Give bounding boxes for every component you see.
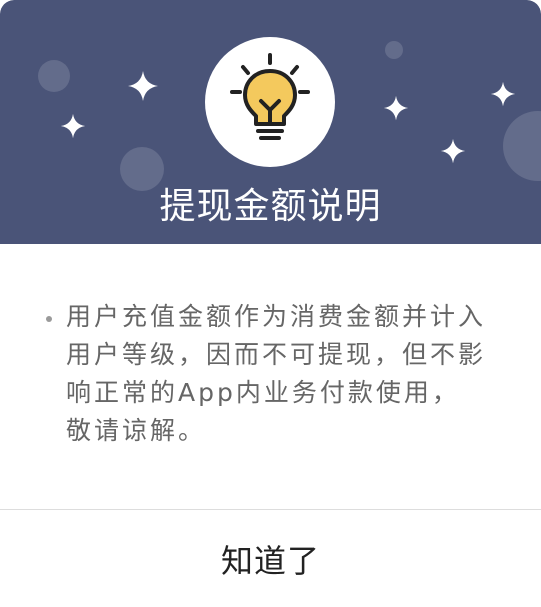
lightbulb-icon	[230, 53, 310, 140]
sparkle-icon	[128, 71, 158, 101]
list-item: 用户充值金额作为消费金额并计入用户等级，因而不可提现，但不影响正常的App内业务…	[46, 298, 486, 450]
dialog-body: 用户充值金额作为消费金额并计入用户等级，因而不可提现，但不影响正常的App内业务…	[46, 298, 486, 450]
explanation-text: 用户充值金额作为消费金额并计入用户等级，因而不可提现，但不影响正常的App内业务…	[66, 302, 487, 445]
sparkle-icon	[60, 113, 86, 139]
decor-bubble	[385, 41, 403, 59]
sparkle-icon	[490, 81, 516, 107]
bullet-icon	[46, 316, 52, 322]
dialog-header: 提现金额说明	[0, 0, 541, 244]
sparkle-icon	[383, 95, 409, 121]
confirm-button[interactable]: 知道了	[0, 510, 541, 607]
sparkle-icon	[440, 138, 466, 164]
icon-circle	[205, 37, 335, 167]
dialog-title: 提现金额说明	[159, 186, 382, 227]
withdrawal-info-dialog: 提现金额说明 用户充值金额作为消费金额并计入用户等级，因而不可提现，但不影响正常…	[0, 0, 541, 607]
decor-bubble	[503, 111, 541, 181]
decor-bubble	[38, 60, 70, 92]
